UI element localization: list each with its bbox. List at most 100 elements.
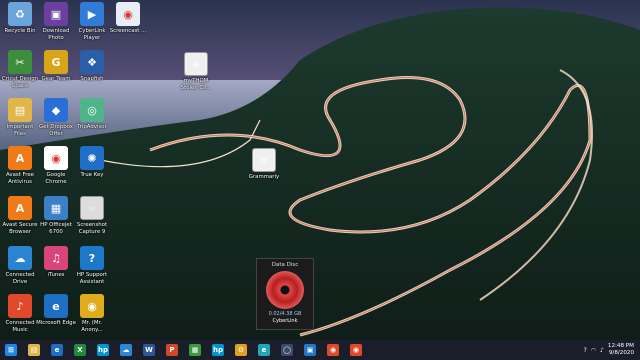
desktop-icon-label: iTunes [47, 272, 65, 278]
desktop-icon-label: True Key [80, 172, 104, 178]
app-icon: ▶ [80, 2, 104, 26]
start-icon: ⊞ [5, 344, 17, 356]
taskbar-onedrive-button[interactable]: ☁ [115, 340, 137, 360]
desktop-icon[interactable]: ▭ Screenshot Capture 9 [72, 196, 112, 235]
powerpoint-icon: P [166, 344, 178, 356]
desktop-icon[interactable]: ✺ True Key [72, 146, 112, 179]
desktop-icon[interactable]: ♫ iTunes [36, 246, 76, 279]
desktop-icon[interactable]: ▶ CyberLink Player [72, 2, 112, 41]
app-icon: ◆ [44, 98, 68, 122]
taskbar-cortana-button[interactable]: ◯ [276, 340, 298, 360]
desktop-icon[interactable]: ◉ Google Chrome [36, 146, 76, 185]
app-icon: e [44, 294, 68, 318]
desktop-icon[interactable]: A Avast Secure Browser [0, 196, 40, 235]
desktop-icon-label: myTHOM Stolen Cli... [180, 78, 212, 91]
taskbar-xbox-button[interactable]: X [69, 340, 91, 360]
app-icon: ✺ [80, 146, 104, 170]
desktop-icon-label: TripAdvisor [77, 124, 107, 130]
desktop-icon-label: Grammarly [248, 174, 280, 180]
app-icon: ◉ [44, 146, 68, 170]
app-icon: ▤ [8, 98, 32, 122]
disc-title: Data Disc [271, 262, 299, 268]
taskbar-calculator-button[interactable]: ▦ [184, 340, 206, 360]
desktop-icon-label: Screenshot Capture 9 [76, 222, 108, 235]
app-icon: ◉ [80, 294, 104, 318]
edge-icon: e [51, 344, 63, 356]
cortana-icon: ◯ [281, 344, 293, 356]
desktop-icon[interactable]: ◉ Mr. (Mr. Anony... [72, 294, 112, 333]
clock-time: 12:48 PM [607, 343, 634, 349]
desktop-icon-label: Gear Team [41, 76, 71, 82]
desktop-icon-label: Get Dropbox Offer [38, 124, 74, 137]
desktop-icon[interactable]: e Microsoft Edge [36, 294, 76, 327]
desktop-icon[interactable]: ? HP Support Assistant [72, 246, 112, 285]
taskbar-file-explorer-button[interactable]: ▤ [23, 340, 45, 360]
desktop-icon[interactable]: ☁ Connected Drive [0, 246, 40, 285]
app-icon: ▣ [44, 2, 68, 26]
taskbar-photos-button[interactable]: ▣ [299, 340, 321, 360]
desktop-icon[interactable]: ▦ HP Officejet 6700 [36, 196, 76, 235]
cyberlink-disc-widget[interactable]: Data Disc 0.02/4.38 GB CyberLink [256, 258, 314, 330]
app-icon: ✂ [8, 50, 32, 74]
file-explorer-icon: ▤ [28, 344, 40, 356]
edge-new-icon: e [258, 344, 270, 356]
app-icon: ▦ [44, 196, 68, 220]
desktop-icon[interactable]: ✂ Cricut Design Space [0, 50, 40, 89]
desktop-icon[interactable]: ◆ Get Dropbox Offer [36, 98, 76, 137]
taskbar-word-button[interactable]: W [138, 340, 160, 360]
desktop-icon-label: Connected Drive [5, 272, 35, 285]
desktop-icon[interactable]: ◎ TripAdvisor [72, 98, 112, 131]
desktop-icon[interactable]: ♻ Recycle Bin [0, 2, 40, 35]
taskbar-chrome-1-button[interactable]: ◉ [322, 340, 344, 360]
desktop-icon-label: Cricut Design Space [1, 76, 39, 89]
calculator-icon: ▦ [189, 344, 201, 356]
desktop-icon-label: Screencast ... [109, 28, 147, 34]
desktop-icon-label: CyberLink Player [78, 28, 106, 41]
help-icon[interactable]: ? [584, 347, 587, 354]
settings-icon: ⚙ [235, 344, 247, 356]
app-icon: ☁ [8, 246, 32, 270]
desktop-icon-label: Download Photo [42, 28, 70, 41]
xbox-icon: X [74, 344, 86, 356]
desktop-icon-label: Important Files [6, 124, 34, 137]
taskbar-hp-button[interactable]: hp [92, 340, 114, 360]
desktop-icon-label: HP Officejet 6700 [40, 222, 72, 235]
desktop-icon-label: Google Chrome [45, 172, 67, 185]
disc-capacity: 0.02/4.38 GB [268, 311, 302, 317]
app-icon: ? [80, 246, 104, 270]
desktop-icon[interactable]: ◉ Screencast ... [108, 2, 148, 35]
desktop-icon[interactable]: ❖ Snapfish [72, 50, 112, 83]
desktop-icon-label: Mr. (Mr. Anony... [81, 320, 103, 333]
disc-brand: CyberLink [272, 318, 298, 324]
app-icon: ▤ [252, 148, 276, 172]
wifi-icon[interactable]: ◠ [591, 347, 596, 354]
app-icon: ♫ [44, 246, 68, 270]
desktop-icon-label: Avast Free Antivirus [6, 172, 34, 185]
taskbar-chrome-2-button[interactable]: ◉ [345, 340, 367, 360]
desktop-icon[interactable]: G Gear Team [36, 50, 76, 83]
desktop-icon[interactable]: ♪ Connected Music [0, 294, 40, 333]
app-icon: A [8, 146, 32, 170]
photos-icon: ▣ [304, 344, 316, 356]
desktop-icon[interactable]: A Avast Free Antivirus [0, 146, 40, 185]
app-icon: ◉ [116, 2, 140, 26]
desktop-icon[interactable]: ▤ myTHOM Stolen Cli... [176, 52, 216, 91]
desktop-icon[interactable]: ▤ Important Files [0, 98, 40, 137]
desktop-icon-label: Microsoft Edge [36, 320, 76, 326]
chrome-2-icon: ◉ [350, 344, 362, 356]
app-icon: ❖ [80, 50, 104, 74]
app-icon: ▤ [184, 52, 208, 76]
taskbar-settings-button[interactable]: ⚙ [230, 340, 252, 360]
hp-smart-icon: hp [212, 344, 224, 356]
clock[interactable]: 12:48 PM 9/8/2020 [608, 343, 634, 357]
taskbar-edge-button[interactable]: e [46, 340, 68, 360]
taskbar-powerpoint-button[interactable]: P [161, 340, 183, 360]
taskbar: ⊞ ▤ e Xhp ☁ W P ▦ hp ⚙ e ◯ ▣ ◉ ◉ [0, 340, 640, 360]
desktop-icon[interactable]: ▣ Download Photo [36, 2, 76, 41]
desktop-icon[interactable]: ▤ Grammarly [244, 148, 284, 181]
taskbar-hp-smart-button[interactable]: hp [207, 340, 229, 360]
taskbar-start-button[interactable]: ⊞ [0, 340, 22, 360]
clock-date: 9/8/2020 [608, 350, 634, 356]
volume-icon[interactable]: ♪ [600, 347, 604, 354]
taskbar-edge-new-button[interactable]: e [253, 340, 275, 360]
